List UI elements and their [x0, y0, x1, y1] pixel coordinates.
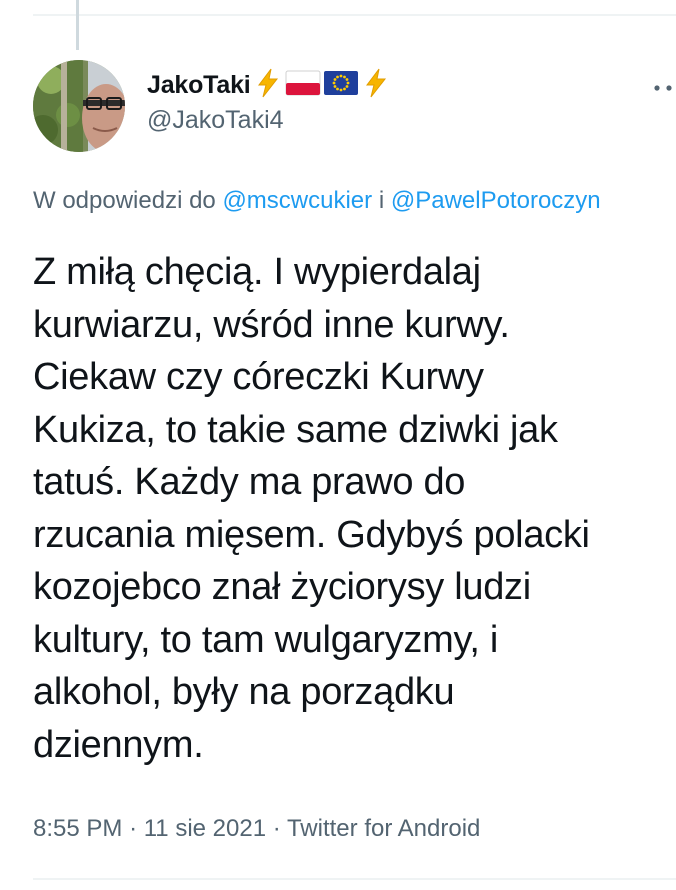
tweet-text: Z miłą chęcią. I wypierdalaj kurwiarzu, … — [33, 251, 590, 766]
tweet-author: JakoTaki @JakoTaki4 — [147, 68, 391, 135]
lightning-icon — [361, 68, 391, 103]
tweet-metadata: 8:55 PM · 11 sie 2021 · Twitter for Andr… — [33, 815, 480, 843]
meta-separator: · — [272, 815, 281, 842]
tweet-date[interactable]: 11 sie 2021 — [144, 815, 266, 842]
reply-context: W odpowiedzi do @mscwcukier i @PawelPoto… — [33, 187, 601, 215]
bottom-divider — [33, 878, 676, 880]
tweet-client[interactable]: Twitter for Android — [287, 815, 480, 842]
reply-context-connector: i — [378, 187, 385, 214]
author-display-name[interactable]: JakoTaki — [147, 71, 251, 100]
lightning-icon — [253, 68, 283, 103]
avatar-photo — [33, 60, 125, 152]
tweet-time[interactable]: 8:55 PM — [33, 815, 122, 842]
mention-link[interactable]: @mscwcukier — [222, 187, 372, 214]
author-handle[interactable]: @JakoTaki4 — [147, 106, 391, 135]
more-options-icon[interactable] — [652, 80, 676, 91]
reply-context-prefix: W odpowiedzi do — [33, 187, 216, 214]
mention-link[interactable]: @PawelPotoroczyn — [391, 187, 601, 214]
avatar[interactable] — [33, 60, 125, 152]
eu-flag-icon — [323, 70, 359, 101]
meta-separator: · — [129, 815, 138, 842]
top-divider — [33, 14, 676, 16]
thread-connector-line — [76, 0, 79, 50]
poland-flag-icon — [285, 70, 321, 101]
author-name-row: JakoTaki — [147, 68, 391, 102]
